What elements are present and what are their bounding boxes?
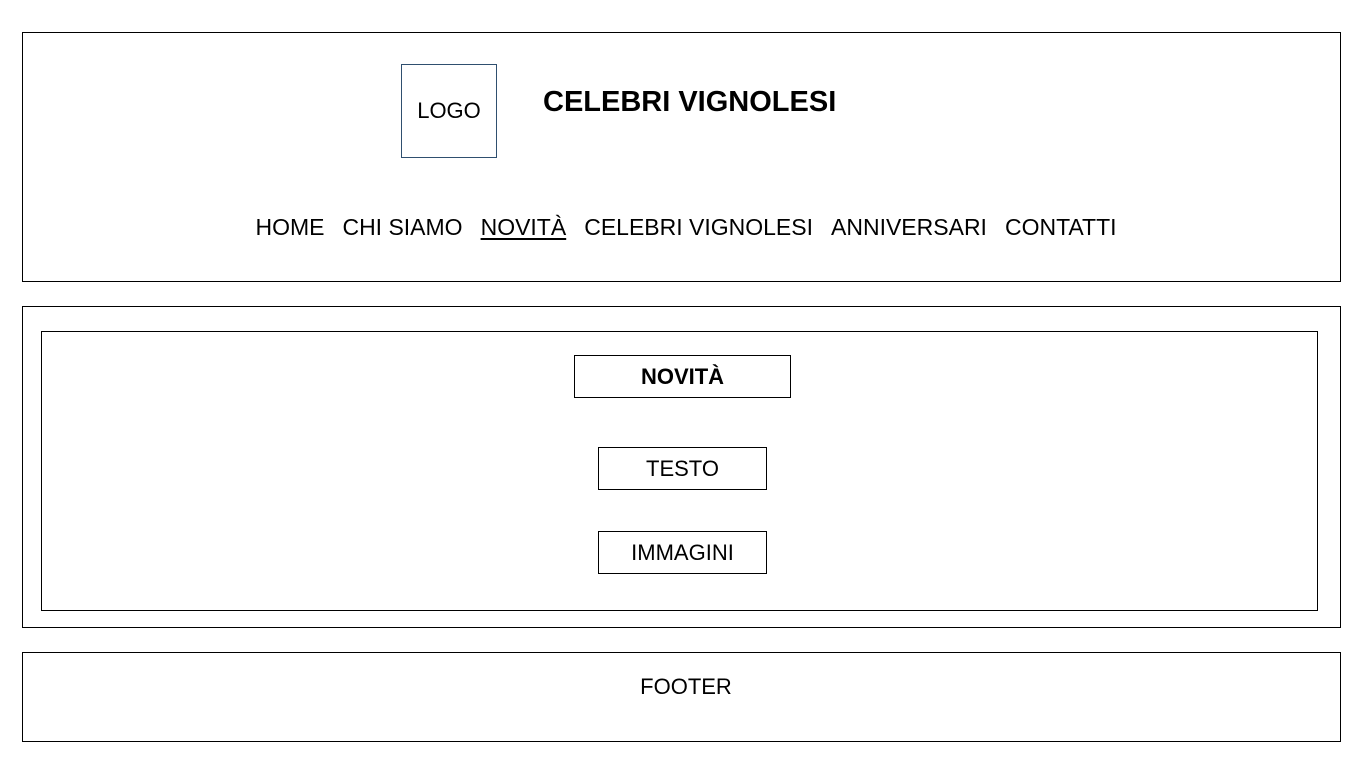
nav-item-celebri-vignolesi[interactable]: CELEBRI VIGNOLESI [584, 214, 813, 241]
footer-label: FOOTER [640, 674, 732, 699]
nav-item-chi-siamo[interactable]: CHI SIAMO [342, 214, 462, 241]
nav-item-anniversari[interactable]: ANNIVERSARI [831, 214, 987, 241]
nav-item-contatti[interactable]: CONTATTI [1005, 214, 1117, 241]
site-title: CELEBRI VIGNOLESI [543, 86, 837, 118]
images-block-placeholder: IMMAGINI [598, 531, 767, 574]
nav-item-home[interactable]: HOME [255, 214, 324, 241]
logo-placeholder[interactable]: LOGO [401, 64, 497, 158]
main-nav: HOME CHI SIAMO NOVITÀ CELEBRI VIGNOLESI … [0, 214, 1372, 241]
header-region [22, 32, 1341, 282]
nav-item-novita[interactable]: NOVITÀ [481, 214, 567, 241]
text-block-placeholder: TESTO [598, 447, 767, 490]
section-title: NOVITÀ [574, 355, 791, 398]
